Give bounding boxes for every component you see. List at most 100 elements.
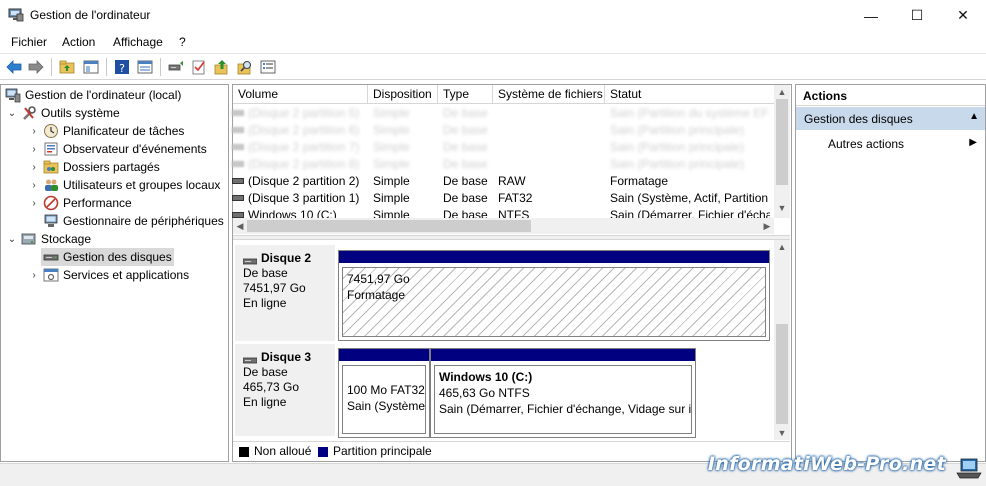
chevron-right-icon[interactable]: › bbox=[29, 144, 39, 155]
connect-icon[interactable] bbox=[167, 58, 185, 76]
table-row[interactable]: (Disque 3 partition 1) Simple De base FAT32… bbox=[232, 190, 773, 207]
tree-item-root[interactable]: Gestion de l'ordinateur (local) bbox=[5, 86, 181, 104]
properties-icon[interactable] bbox=[136, 58, 154, 76]
more-actions-label: Autres actions bbox=[828, 137, 905, 151]
scroll-left-arrow-icon[interactable]: ◀ bbox=[233, 218, 247, 234]
disk-3-state: En ligne bbox=[243, 395, 287, 409]
disk-2-state: En ligne bbox=[243, 296, 287, 310]
table-row[interactable]: (Disque 2 partition 7) Simple De base Sain … bbox=[232, 139, 773, 156]
device-manager-icon bbox=[43, 213, 59, 229]
disk-2-size: 7451,97 Go bbox=[243, 281, 306, 295]
users-icon bbox=[43, 177, 59, 193]
volume-list-vscrollbar[interactable]: ▲ ▼ bbox=[774, 85, 790, 218]
chevron-down-icon[interactable]: ⌄ bbox=[7, 108, 17, 119]
toolbar-separator bbox=[106, 58, 107, 76]
scroll-down-arrow-icon[interactable]: ▼ bbox=[774, 426, 790, 440]
chevron-right-icon[interactable]: › bbox=[29, 198, 39, 209]
volume-list-hscrollbar[interactable]: ◀ ▶ bbox=[233, 218, 774, 234]
cell-status: Sain (Partition principale) bbox=[610, 123, 745, 137]
cell-type: De base bbox=[443, 174, 488, 188]
actions-section-disk-management[interactable]: Gestion des disques ▲ bbox=[796, 107, 985, 130]
table-row[interactable]: (Disque 2 partition 8) Simple De base Sain … bbox=[232, 156, 773, 173]
partition-body: 100 Mo FAT32 Sain (Système, bbox=[342, 365, 426, 434]
table-row[interactable]: (Disque 2 partition 2) Simple De base RAW Fo… bbox=[232, 173, 773, 190]
help-icon[interactable]: ? bbox=[113, 58, 131, 76]
tree-item-event-viewer[interactable]: › Observateur d'événements bbox=[29, 140, 206, 158]
collapse-up-icon[interactable]: ▲ bbox=[969, 111, 979, 122]
forward-arrow-icon[interactable] bbox=[27, 58, 45, 76]
scroll-up-arrow-icon[interactable]: ▲ bbox=[774, 240, 790, 254]
disk-3-partition-2[interactable]: Windows 10 (C:) 465,63 Go NTFS Sain (Dém… bbox=[430, 348, 696, 438]
back-arrow-icon[interactable] bbox=[5, 58, 23, 76]
search-icon[interactable] bbox=[236, 58, 254, 76]
minimize-button[interactable]: — bbox=[848, 0, 894, 31]
chevron-right-icon[interactable]: › bbox=[29, 180, 39, 191]
tree-item-local-users[interactable]: › Utilisateurs et groupes locaux bbox=[29, 176, 220, 194]
disk-3-label[interactable]: Disque 3 De base 465,73 Go En ligne bbox=[235, 344, 335, 436]
scroll-up-arrow-icon[interactable]: ▲ bbox=[774, 85, 790, 99]
table-row[interactable]: (Disque 2 partition 6) Simple De base Sain … bbox=[232, 122, 773, 139]
scrollbar-thumb[interactable] bbox=[776, 99, 788, 185]
show-hide-tree-icon[interactable] bbox=[82, 58, 100, 76]
column-header-filesystem[interactable]: Système de fichiers bbox=[493, 85, 605, 104]
chevron-right-icon[interactable]: › bbox=[29, 126, 39, 137]
tree-item-shared-folders[interactable]: › Dossiers partagés bbox=[29, 158, 159, 176]
up-folder-icon[interactable] bbox=[58, 58, 76, 76]
maximize-button[interactable]: ☐ bbox=[894, 0, 940, 31]
actions-header: Actions bbox=[796, 85, 985, 106]
volume-icon bbox=[232, 110, 244, 116]
cell-layout: Simple bbox=[373, 157, 410, 171]
legend-label-unallocated: Non alloué bbox=[254, 444, 312, 458]
checklist-icon[interactable] bbox=[190, 58, 208, 76]
chevron-right-icon[interactable]: › bbox=[29, 270, 39, 281]
scroll-down-arrow-icon[interactable]: ▼ bbox=[774, 201, 790, 215]
window-title: Gestion de l'ordinateur bbox=[30, 8, 151, 22]
volume-icon bbox=[232, 195, 244, 201]
cell-volume: (Disque 2 partition 2) bbox=[248, 174, 360, 188]
menu-help[interactable]: ? bbox=[179, 35, 186, 49]
menu-action[interactable]: Action bbox=[62, 35, 95, 49]
column-header-volume[interactable]: Volume bbox=[233, 85, 368, 104]
partition-status: Sain (Démarrer, Fichier d'échange, Vidag… bbox=[439, 402, 692, 416]
export-icon[interactable] bbox=[213, 58, 231, 76]
title-bar: Gestion de l'ordinateur — ☐ ✕ bbox=[0, 0, 986, 31]
tree-item-label: Services et applications bbox=[63, 268, 190, 282]
scrollbar-thumb[interactable] bbox=[776, 324, 788, 424]
column-header-layout[interactable]: Disposition bbox=[368, 85, 438, 104]
toolbar: ? bbox=[0, 53, 986, 80]
actions-more-actions[interactable]: Autres actions ▶ bbox=[796, 133, 985, 154]
legend-label-primary: Partition principale bbox=[333, 444, 432, 458]
cell-filesystem: FAT32 bbox=[498, 191, 533, 205]
cell-layout: Simple bbox=[373, 106, 410, 120]
cell-volume: (Disque 2 partition 8) bbox=[248, 157, 360, 171]
close-button[interactable]: ✕ bbox=[940, 0, 986, 31]
disk-map-vscrollbar[interactable]: ▲ ▼ bbox=[774, 240, 790, 440]
chevron-right-icon[interactable]: › bbox=[29, 162, 39, 173]
svg-text:?: ? bbox=[119, 62, 125, 75]
disk-2-label[interactable]: Disque 2 De base 7451,97 Go En ligne bbox=[235, 245, 335, 341]
scrollbar-thumb[interactable] bbox=[247, 220, 531, 232]
tree-item-services[interactable]: › Services et applications bbox=[29, 266, 189, 284]
tree-item-label: Outils système bbox=[41, 106, 120, 120]
disk-icon bbox=[242, 255, 258, 264]
menu-fichier[interactable]: Fichier bbox=[11, 35, 47, 49]
tree-item-device-manager[interactable]: Gestionnaire de périphériques bbox=[43, 212, 224, 230]
computer-icon bbox=[5, 87, 21, 103]
column-header-status[interactable]: Statut bbox=[605, 85, 773, 104]
disk-2-partition[interactable]: 7451,97 Go Formatage bbox=[338, 250, 770, 341]
table-row[interactable]: (Disque 2 partition 5) Simple De base Sain … bbox=[232, 105, 773, 122]
scroll-right-arrow-icon[interactable]: ▶ bbox=[760, 218, 774, 234]
disk-3-partition-1[interactable]: 100 Mo FAT32 Sain (Système, bbox=[338, 348, 430, 438]
cell-volume: (Disque 2 partition 5) bbox=[248, 106, 360, 120]
list-icon[interactable] bbox=[259, 58, 277, 76]
column-header-type[interactable]: Type bbox=[438, 85, 493, 104]
tree-item-system-tools[interactable]: ⌄ Outils système bbox=[7, 104, 120, 122]
tree-item-storage[interactable]: ⌄ Stockage bbox=[7, 230, 91, 248]
tree-item-task-scheduler[interactable]: › Planificateur de tâches bbox=[29, 122, 184, 140]
tree-item-performance[interactable]: › Performance bbox=[29, 194, 132, 212]
cell-status: Sain (Partition principale) bbox=[610, 140, 745, 154]
tree-item-disk-management[interactable]: Gestion des disques bbox=[41, 248, 174, 266]
cell-layout: Simple bbox=[373, 191, 410, 205]
menu-affichage[interactable]: Affichage bbox=[113, 35, 163, 49]
chevron-down-icon[interactable]: ⌄ bbox=[7, 234, 17, 245]
